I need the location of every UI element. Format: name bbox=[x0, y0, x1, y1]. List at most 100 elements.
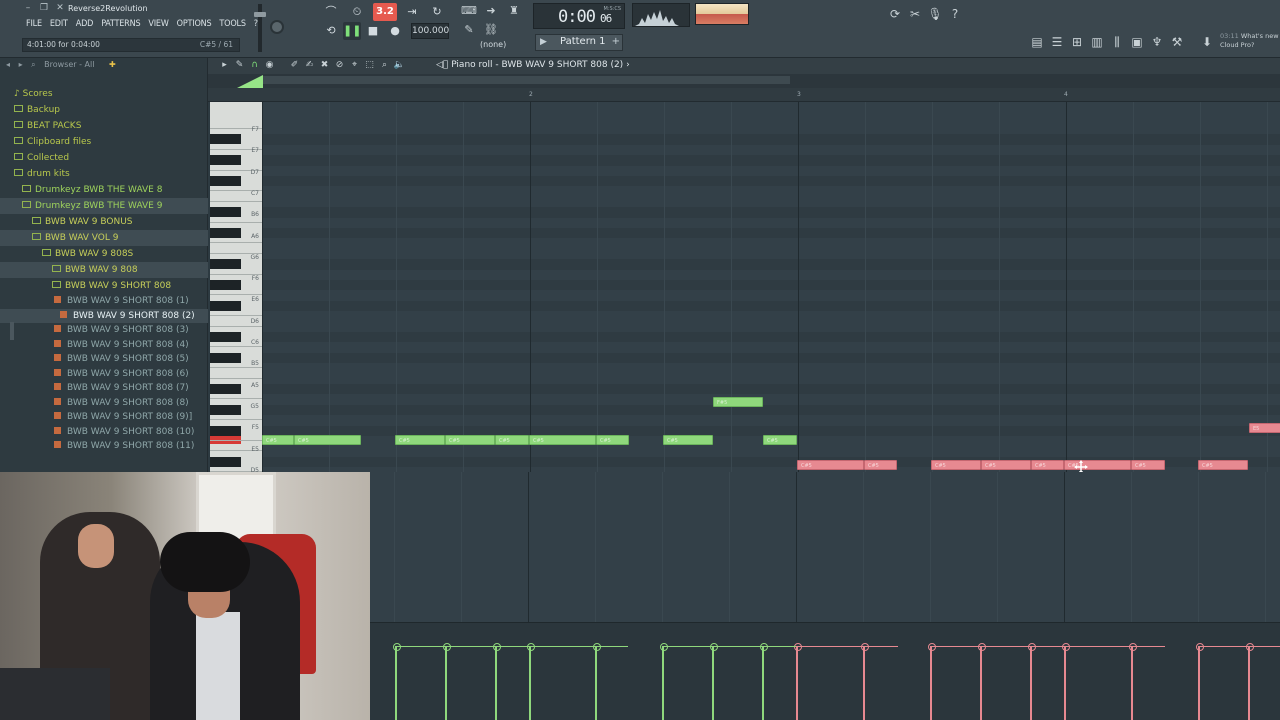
speaker-icon[interactable]: 🔈 bbox=[393, 59, 406, 72]
tempo-field[interactable]: 100.000 bbox=[411, 23, 449, 39]
plugin-icon[interactable]: ▣ bbox=[1128, 34, 1146, 50]
note-grid-lower[interactable] bbox=[370, 472, 1280, 622]
browser-file[interactable]: BWB WAV 9 SHORT 808 (9)] bbox=[0, 410, 208, 425]
note[interactable]: C#5 bbox=[596, 435, 629, 445]
note[interactable]: C#5 bbox=[262, 435, 294, 445]
note[interactable]: C#5 bbox=[931, 460, 981, 470]
close-icon[interactable]: ✕ bbox=[54, 3, 66, 14]
note[interactable]: E5 bbox=[1249, 423, 1280, 433]
countdown-button[interactable]: 3.2 bbox=[373, 3, 397, 21]
browser-folder[interactable]: Drumkeyz BWB THE WAVE 9 bbox=[0, 198, 208, 214]
browser-file[interactable]: BWB WAV 9 SHORT 808 (5) bbox=[0, 352, 208, 367]
note[interactable]: C#5 bbox=[1131, 460, 1165, 470]
black-key[interactable] bbox=[210, 155, 241, 166]
link-icon[interactable]: ⛓ bbox=[482, 22, 500, 38]
note[interactable]: C#5 bbox=[294, 435, 361, 445]
time-display[interactable]: 0:00 06 M:S:CS bbox=[533, 3, 625, 29]
note[interactable]: C#5 bbox=[797, 460, 864, 470]
master-volume-slider[interactable] bbox=[254, 4, 266, 52]
note[interactable]: C#5 bbox=[395, 435, 445, 445]
note[interactable]: C#5 bbox=[495, 435, 529, 445]
horizontal-scrollbar[interactable] bbox=[208, 74, 1280, 88]
plus-icon[interactable]: + bbox=[612, 36, 620, 47]
microphone-icon[interactable]: 🎙 bbox=[926, 6, 944, 22]
velocity-bar[interactable] bbox=[593, 643, 601, 720]
browser-folder[interactable]: BWB WAV VOL 9 bbox=[0, 230, 208, 246]
song-mode-icon[interactable]: ⟲ bbox=[322, 22, 340, 40]
black-key[interactable] bbox=[210, 404, 241, 415]
velocity-bar[interactable] bbox=[1129, 643, 1137, 720]
browser-pin-icon[interactable]: ✚ bbox=[109, 60, 116, 69]
pencil-icon[interactable]: ✎ bbox=[460, 22, 478, 38]
chevron-right-icon[interactable]: › bbox=[626, 60, 630, 70]
browser-file[interactable]: BWB WAV 9 SHORT 808 (11) bbox=[0, 439, 208, 454]
note[interactable]: C#5 bbox=[864, 460, 897, 470]
browser-file[interactable]: BWB WAV 9 SHORT 808 (6) bbox=[0, 367, 208, 382]
note-grid[interactable]: C#5 C#5 C#5 C#5 C#5 C#5 C#5 C#5 C#5 F#5 C#5 C#5 C#5 C… bbox=[262, 102, 1280, 472]
browser-tree-icon[interactable]: ⊞ bbox=[1068, 34, 1086, 50]
pattern-selector[interactable]: ▶ Pattern 1 + bbox=[535, 34, 623, 51]
record-icon[interactable]: ● bbox=[385, 22, 405, 40]
note[interactable]: C#5 bbox=[529, 435, 596, 445]
browser-folder[interactable]: Drumkeyz BWB THE WAVE 8 bbox=[0, 182, 208, 198]
browser-file[interactable]: BWB WAV 9 SHORT 808 (2) bbox=[0, 308, 208, 323]
timeline-ruler[interactable]: 2 3 4 bbox=[208, 88, 1280, 102]
draw-tool-icon[interactable]: ✐ bbox=[288, 59, 301, 72]
black-key[interactable] bbox=[210, 332, 241, 342]
velocity-bar[interactable] bbox=[660, 643, 668, 720]
roll-speaker-icon[interactable]: ◁⃒ bbox=[436, 60, 448, 70]
black-key[interactable] bbox=[210, 300, 241, 311]
menu-options[interactable]: OPTIONS bbox=[173, 17, 216, 31]
note[interactable]: C#5 bbox=[1031, 460, 1064, 470]
velocity-lane[interactable] bbox=[370, 622, 1280, 720]
browser-folder[interactable]: BWB WAV 9 BONUS bbox=[0, 214, 208, 230]
black-key[interactable] bbox=[210, 352, 241, 363]
black-key[interactable] bbox=[210, 384, 241, 394]
back-icon[interactable]: ◂ bbox=[6, 60, 10, 69]
black-key[interactable] bbox=[210, 456, 241, 467]
velocity-bar[interactable] bbox=[1196, 643, 1204, 720]
select-tool-icon[interactable]: ⬚ bbox=[363, 59, 376, 72]
menu-edit[interactable]: EDIT bbox=[46, 17, 72, 31]
browser-file[interactable]: BWB WAV 9 SHORT 808 (7) bbox=[0, 381, 208, 396]
scroll-thumb[interactable] bbox=[262, 76, 790, 84]
typing-keyboard-icon[interactable]: ⌨ bbox=[460, 3, 478, 19]
mixer-icon[interactable]: ⫼ bbox=[1108, 34, 1126, 50]
wait-record-icon[interactable]: ⏲ bbox=[346, 3, 368, 21]
velocity-bar[interactable] bbox=[928, 643, 936, 720]
mute-tool-icon[interactable]: ⊘ bbox=[333, 59, 346, 72]
sync-icon[interactable]: ⟳ bbox=[886, 6, 904, 22]
browser-folder[interactable]: BWB WAV 9 808 bbox=[0, 262, 208, 278]
menu-tools[interactable]: TOOLS bbox=[215, 17, 249, 31]
black-key[interactable] bbox=[210, 259, 241, 270]
tools-icon[interactable]: ⚒ bbox=[1168, 34, 1186, 50]
piano-keyboard[interactable]: F7 E7 D7 C7 B6 A6 G6 F6 E6 D6 C6 B5 A5 G5 F5 E5 D5 bbox=[210, 102, 262, 472]
record-tool-icon[interactable]: ◉ bbox=[263, 59, 276, 72]
note[interactable]: F#5 bbox=[713, 397, 763, 407]
news-panel[interactable]: 03:11 What's new Cloud Pro? bbox=[1220, 32, 1279, 50]
velocity-bar[interactable] bbox=[393, 643, 401, 720]
velocity-bar[interactable] bbox=[1246, 643, 1254, 720]
browser-folder[interactable]: ♪ Scores bbox=[0, 86, 208, 102]
delete-tool-icon[interactable]: ✖ bbox=[318, 59, 331, 72]
help-icon[interactable]: ? bbox=[946, 6, 964, 22]
black-key[interactable] bbox=[210, 134, 241, 145]
black-key[interactable] bbox=[210, 176, 241, 186]
browser-file[interactable]: BWB WAV 9 SHORT 808 (10) bbox=[0, 425, 208, 440]
velocity-bar[interactable] bbox=[443, 643, 451, 720]
piano-roll-icon[interactable]: ▥ bbox=[1088, 34, 1106, 50]
menu-add[interactable]: ADD bbox=[72, 17, 97, 31]
pause-icon[interactable]: ❚❚ bbox=[343, 22, 361, 40]
master-pitch-knob[interactable] bbox=[270, 20, 284, 34]
step-edit-icon[interactable]: ⇥ bbox=[401, 3, 423, 21]
snap-selector[interactable]: (none) bbox=[480, 40, 506, 49]
channel-rack-icon[interactable]: ☰ bbox=[1048, 34, 1066, 50]
browser-folder[interactable]: Clipboard files bbox=[0, 134, 208, 150]
velocity-bar[interactable] bbox=[1062, 643, 1070, 720]
arrow-right-icon[interactable]: ➜ bbox=[482, 3, 500, 19]
velocity-bar[interactable] bbox=[527, 643, 535, 720]
velocity-bar[interactable] bbox=[710, 643, 718, 720]
velocity-bar[interactable] bbox=[978, 643, 986, 720]
velocity-bar[interactable] bbox=[1028, 643, 1036, 720]
browser-file[interactable]: BWB WAV 9 SHORT 808 (8) bbox=[0, 396, 208, 411]
